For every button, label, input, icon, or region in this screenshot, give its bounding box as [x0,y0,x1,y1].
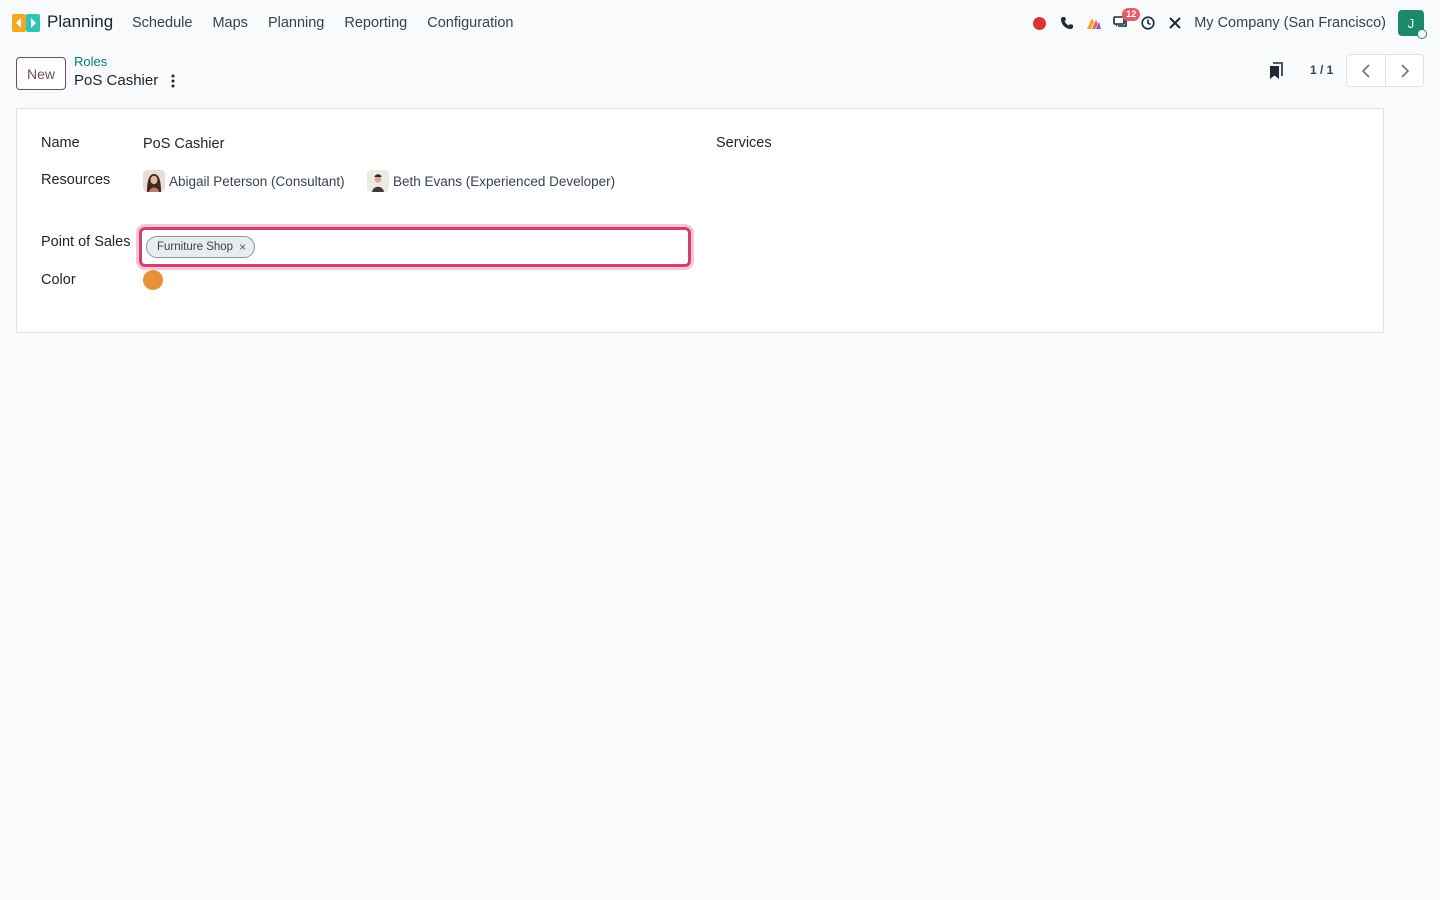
resource-name: Abigail Peterson (Consultant) [169,173,345,189]
resource-tag[interactable]: Beth Evans (Experienced Developer) [367,169,615,193]
menu-configuration[interactable]: Configuration [417,15,523,31]
presence-icon [1417,29,1427,39]
name-field[interactable]: PoS Cashier [143,136,224,152]
app-name[interactable]: Planning [47,12,113,32]
resource-tag[interactable]: Abigail Peterson (Consultant) [143,169,345,193]
point-of-sales-label: Point of Sales [41,234,131,250]
user-initial: J [1407,15,1415,31]
breadcrumb-roles[interactable]: Roles [74,54,107,69]
menu-planning[interactable]: Planning [258,15,334,31]
remove-tag-icon[interactable]: × [239,240,246,254]
pager-buttons [1346,54,1424,87]
pager-previous-button[interactable] [1347,55,1385,86]
messages-icon[interactable]: 12 [1107,0,1141,46]
color-picker[interactable] [143,270,163,290]
clock-icon[interactable] [1134,0,1161,46]
chevron-right-icon [1400,63,1409,78]
main-menu: Schedule Maps Planning Reporting Configu… [122,0,524,46]
avatar [367,170,389,192]
company-switcher[interactable]: My Company (San Francisco) [1194,15,1386,31]
phone-icon[interactable] [1053,0,1080,46]
tools-icon[interactable] [1161,0,1188,46]
avatar [143,170,165,192]
color-label: Color [41,272,76,288]
activity-icon[interactable] [1080,0,1107,46]
main-navbar: Planning Schedule Maps Planning Reportin… [0,0,1440,46]
pager-value[interactable]: 1 / 1 [1310,63,1333,77]
actions-menu-icon[interactable] [166,72,180,90]
user-avatar[interactable]: J [1398,10,1427,39]
name-label: Name [41,135,80,151]
resource-name: Beth Evans (Experienced Developer) [393,173,616,189]
menu-maps[interactable]: Maps [202,15,257,31]
record-title: PoS Cashier [74,72,159,89]
new-button[interactable]: New [16,57,66,90]
record-icon[interactable] [1026,0,1053,46]
resources-label: Resources [41,172,111,188]
systray: 12 My Company (San Francisco) J [1026,0,1440,46]
menu-schedule[interactable]: Schedule [122,15,202,31]
services-label: Services [716,135,772,151]
pos-tag: Furniture Shop × [146,236,256,258]
chevron-left-icon [1361,63,1370,78]
bookmark-icon[interactable] [1264,59,1288,83]
form-sheet: Name PoS Cashier Services Resources Abig… [16,108,1384,333]
menu-reporting[interactable]: Reporting [334,15,417,31]
planning-app-icon[interactable] [12,12,40,34]
pager-next-button[interactable] [1385,55,1423,86]
point-of-sales-input[interactable]: Furniture Shop × [139,227,691,267]
pos-tag-label: Furniture Shop [157,241,234,253]
